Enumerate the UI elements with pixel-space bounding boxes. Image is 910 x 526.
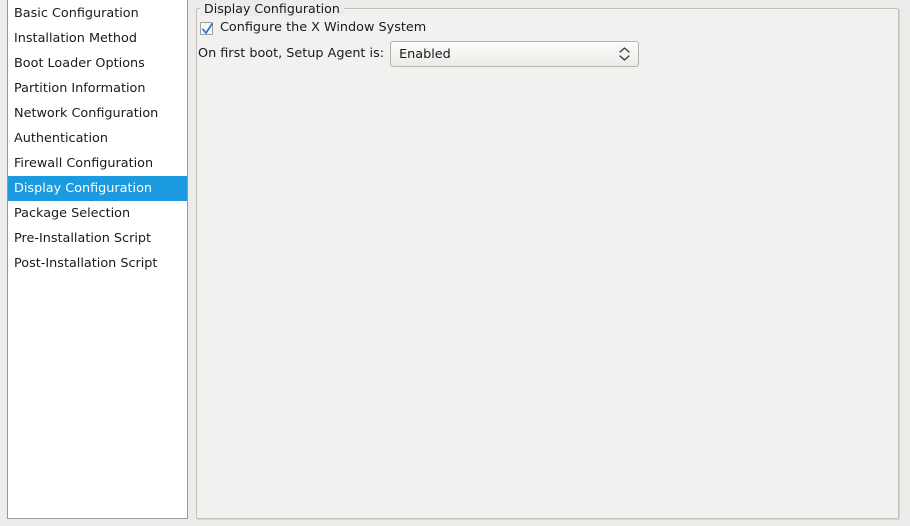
sidebar-item[interactable]: Post-Installation Script: [8, 251, 187, 276]
sidebar-item[interactable]: Partition Information: [8, 76, 187, 101]
sidebar-item[interactable]: Display Configuration: [8, 176, 187, 201]
sidebar-item[interactable]: Network Configuration: [8, 101, 187, 126]
sidebar-item[interactable]: Firewall Configuration: [8, 151, 187, 176]
sidebar-item[interactable]: Authentication: [8, 126, 187, 151]
sidebar-item[interactable]: Basic Configuration: [8, 1, 187, 26]
checkmark-icon: [202, 22, 213, 34]
sidebar-item[interactable]: Boot Loader Options: [8, 51, 187, 76]
setup-agent-combobox[interactable]: Enabled: [390, 41, 640, 67]
navigation-list[interactable]: Basic Configuration Installation Method Bo…: [8, 1, 187, 276]
sidebar-item[interactable]: Package Selection: [8, 201, 187, 226]
configure-x-window-checkbox[interactable]: [200, 21, 213, 35]
sidebar-item[interactable]: Installation Method: [8, 26, 187, 51]
navigation-panel[interactable]: Basic Configuration Installation Method Bo…: [7, 0, 188, 519]
setup-agent-label: On first boot, Setup Agent is:: [198, 46, 385, 61]
setup-agent-value: Enabled: [399, 46, 451, 62]
chevron-up-down-icon: [619, 47, 630, 61]
configure-x-window-row[interactable]: Configure the X Window System: [200, 19, 426, 37]
sidebar-item[interactable]: Pre-Installation Script: [8, 226, 187, 251]
setup-agent-row: On first boot, Setup Agent is: Enabled: [198, 41, 640, 67]
configure-x-window-label: Configure the X Window System: [220, 20, 427, 35]
groupbox-title: Display Configuration: [200, 1, 344, 16]
display-configuration-groupbox: [196, 8, 899, 519]
